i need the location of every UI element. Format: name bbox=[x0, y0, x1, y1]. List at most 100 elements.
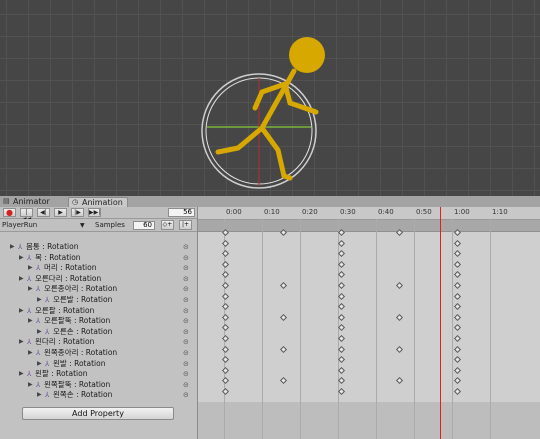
grid-line bbox=[414, 219, 415, 439]
curve-toggle-icon[interactable]: ⊝ bbox=[183, 390, 189, 400]
clip-dropdown[interactable]: PlayerRun ▼ bbox=[2, 221, 88, 230]
property-row[interactable]: ▶ ⅄ 왼쪽팔뚝 : Rotation ⊝ bbox=[0, 380, 196, 390]
property-label: 오른팔 : Rotation bbox=[35, 305, 95, 315]
expand-arrow-icon[interactable]: ▶ bbox=[19, 274, 24, 284]
grid-line bbox=[452, 219, 453, 439]
curve-toggle-icon[interactable]: ⊝ bbox=[183, 369, 189, 379]
curve-toggle-icon[interactable]: ⊝ bbox=[183, 348, 189, 358]
tick-label: 0:40 bbox=[378, 208, 394, 216]
record-icon: ● bbox=[6, 208, 13, 217]
grid-line bbox=[300, 219, 301, 439]
curve-toggle-icon[interactable]: ⊝ bbox=[183, 242, 189, 252]
next-key-icon: |▶ bbox=[74, 209, 81, 216]
record-button[interactable]: ● bbox=[3, 208, 16, 217]
tick-label: 0:00 bbox=[226, 208, 242, 216]
next-key-button[interactable]: |▶ bbox=[71, 208, 84, 217]
expand-arrow-icon[interactable]: ▶ bbox=[37, 359, 42, 369]
curve-toggle-icon[interactable]: ⊝ bbox=[183, 316, 189, 326]
curve-toggle-icon[interactable]: ⊝ bbox=[183, 337, 189, 347]
prev-key-icon: ◀| bbox=[40, 209, 47, 216]
property-row[interactable]: ▶ ⅄ 오른손 : Rotation ⊝ bbox=[0, 327, 196, 337]
expand-arrow-icon[interactable]: ▶ bbox=[19, 369, 24, 379]
curve-toggle-icon[interactable]: ⊝ bbox=[183, 327, 189, 337]
property-row[interactable]: ▶ ⅄ 오른다리 : Rotation ⊝ bbox=[0, 274, 196, 284]
property-label: 왼다리 : Rotation bbox=[35, 337, 95, 347]
property-row[interactable]: ▶ ⅄ 오른발 : Rotation ⊝ bbox=[0, 295, 196, 305]
animator-icon: ▤ bbox=[3, 197, 10, 205]
expand-arrow-icon[interactable]: ▶ bbox=[37, 295, 42, 305]
clock-icon: ◷ bbox=[72, 198, 79, 206]
summary-key-band[interactable] bbox=[198, 220, 540, 232]
track-area[interactable] bbox=[198, 232, 540, 402]
bone-icon: ⅄ bbox=[27, 338, 32, 347]
expand-arrow-icon[interactable]: ▶ bbox=[28, 316, 33, 326]
frame-field[interactable]: 56 bbox=[168, 208, 195, 217]
dopesheet[interactable]: 0:00 0:10 0:20 0:30 0:40 0:50 1:00 1:10 bbox=[198, 207, 540, 439]
time-ruler[interactable]: 0:00 0:10 0:20 0:30 0:40 0:50 1:00 1:10 bbox=[198, 207, 540, 220]
property-row[interactable]: ▶ ⅄ 왼쪽손 : Rotation ⊝ bbox=[0, 390, 196, 400]
playhead[interactable] bbox=[440, 207, 441, 439]
bone-icon: ⅄ bbox=[36, 317, 41, 326]
expand-arrow-icon[interactable]: ▶ bbox=[10, 242, 15, 252]
property-row[interactable]: ▶ ⅄ 목 : Rotation ⊝ bbox=[0, 253, 196, 263]
samples-label: Samples bbox=[95, 221, 125, 229]
property-label: 오른발 : Rotation bbox=[53, 295, 113, 304]
property-row[interactable]: ▶ ⅄ 머리 : Rotation ⊝ bbox=[0, 263, 196, 273]
property-label: 머리 : Rotation bbox=[44, 263, 97, 273]
prev-key-button[interactable]: ◀| bbox=[37, 208, 50, 217]
grid-line bbox=[376, 219, 377, 439]
curve-toggle-icon[interactable]: ⊝ bbox=[183, 253, 189, 263]
bone-icon: ⅄ bbox=[18, 243, 23, 251]
scene-view[interactable] bbox=[0, 0, 540, 196]
property-row[interactable]: ▶ ⅄ 왼발 : Rotation ⊝ bbox=[0, 359, 196, 369]
curve-toggle-icon[interactable]: ⊝ bbox=[183, 284, 189, 294]
curve-toggle-icon[interactable]: ⊝ bbox=[183, 380, 189, 390]
clip-name: PlayerRun bbox=[2, 221, 38, 229]
bone-icon: ⅄ bbox=[36, 264, 41, 273]
grid-line bbox=[262, 219, 263, 439]
clip-bar: PlayerRun ▼ Samples 60 ◇+ |+ bbox=[0, 219, 198, 232]
expand-arrow-icon[interactable]: ▶ bbox=[37, 327, 42, 337]
tab-animation-label: Animation bbox=[82, 198, 123, 207]
curve-toggle-icon[interactable]: ⊝ bbox=[183, 263, 189, 273]
property-row[interactable]: ▶ ⅄ 왼쪽종아리 : Rotation ⊝ bbox=[0, 348, 196, 358]
property-row[interactable]: ▶ ⅄ 오른종아리 : Rotation ⊝ bbox=[0, 284, 196, 294]
bone-icon: ⅄ bbox=[27, 306, 32, 315]
expand-arrow-icon[interactable]: ▶ bbox=[37, 390, 42, 400]
empty-track-area bbox=[198, 402, 540, 439]
expand-arrow-icon[interactable]: ▶ bbox=[19, 337, 24, 347]
bone-icon: ⅄ bbox=[45, 327, 50, 336]
last-key-button[interactable]: ▶▶| bbox=[88, 208, 101, 217]
bone-icon: ⅄ bbox=[27, 274, 32, 283]
curve-toggle-icon[interactable]: ⊝ bbox=[183, 295, 189, 305]
add-event-button[interactable]: |+ bbox=[179, 220, 192, 230]
property-list: ▶ ⅄ 몸통 : Rotation ⊝ ▶ ⅄ 목 : Rotation ⊝ ▶ ⅄ 머리 : Ro… bbox=[0, 232, 198, 439]
expand-arrow-icon[interactable]: ▶ bbox=[28, 348, 33, 358]
play-button[interactable]: ▶ bbox=[54, 208, 67, 217]
curve-toggle-icon[interactable]: ⊝ bbox=[183, 274, 189, 284]
expand-arrow-icon[interactable]: ▶ bbox=[19, 306, 24, 316]
samples-field[interactable]: 60 bbox=[133, 221, 155, 230]
property-row[interactable]: ▶ ⅄ 오른팔 : Rotation ⊝ bbox=[0, 306, 196, 316]
expand-arrow-icon[interactable]: ▶ bbox=[28, 380, 33, 390]
expand-arrow-icon[interactable]: ▶ bbox=[28, 263, 33, 273]
bone-icon: ⅄ bbox=[36, 285, 41, 294]
property-row[interactable]: ▶ ⅄ 몸통 : Rotation ⊝ bbox=[0, 242, 196, 252]
expand-arrow-icon[interactable]: ▶ bbox=[28, 284, 33, 294]
tick-label: 0:20 bbox=[302, 208, 318, 216]
add-keyframe-button[interactable]: ◇+ bbox=[161, 220, 174, 230]
property-label: 몸통 : Rotation bbox=[26, 242, 79, 251]
tab-animator[interactable]: ▤ Animator bbox=[0, 197, 54, 207]
property-row[interactable]: ▶ ⅄ 왼다리 : Rotation ⊝ bbox=[0, 337, 196, 347]
curve-toggle-icon[interactable]: ⊝ bbox=[183, 306, 189, 316]
first-key-button[interactable]: |◀◀ bbox=[20, 208, 33, 223]
tick-label: 1:10 bbox=[492, 208, 508, 216]
property-row[interactable]: ▶ ⅄ 왼팔 : Rotation ⊝ bbox=[0, 369, 196, 379]
last-key-icon: ▶▶| bbox=[89, 209, 101, 216]
add-property-button[interactable]: Add Property bbox=[22, 407, 174, 420]
curve-toggle-icon[interactable]: ⊝ bbox=[183, 359, 189, 369]
bone-icon: ⅄ bbox=[45, 391, 50, 400]
property-row[interactable]: ▶ ⅄ 오른팔뚝 : Rotation ⊝ bbox=[0, 316, 196, 326]
expand-arrow-icon[interactable]: ▶ bbox=[19, 253, 24, 263]
character-preview bbox=[201, 37, 325, 189]
